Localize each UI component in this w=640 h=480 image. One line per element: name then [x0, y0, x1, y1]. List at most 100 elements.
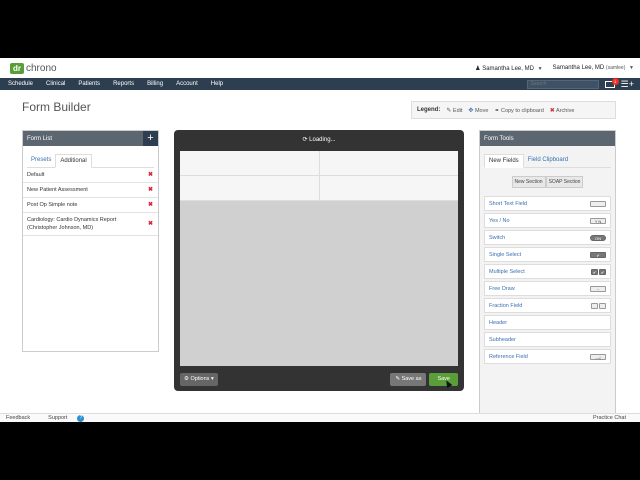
nav-reports[interactable]: Reports	[113, 81, 134, 87]
app-window: dr chrono ♟ Samantha Lee, MD ▼ Samantha …	[0, 58, 640, 422]
field-yes-no[interactable]: Yes / No Y N	[484, 213, 611, 228]
logo-badge: dr	[10, 62, 24, 74]
page-title: Form Builder	[22, 100, 91, 114]
form-list-title: Form List	[27, 135, 53, 142]
legend-label: Legend:	[417, 107, 441, 113]
account-menu[interactable]: Samantha Lee, MD (samlee) ▼	[553, 65, 634, 71]
field-switch[interactable]: Switch ON	[484, 230, 611, 245]
toggle-icon: ON	[590, 234, 606, 241]
section-buttons: New Section SOAP Section	[480, 176, 615, 188]
user-menu[interactable]: ♟ Samantha Lee, MD ▼	[475, 65, 542, 72]
search-input[interactable]	[526, 79, 599, 89]
yes-no-icon: Y N	[590, 217, 606, 224]
field-free-draw[interactable]: Free Draw ~	[484, 281, 611, 296]
reference-icon: —|	[590, 353, 606, 360]
form-tools-panel: Form Tools New Fields Field Clipboard Ne…	[479, 130, 616, 422]
tab-additional[interactable]: Additional	[55, 154, 92, 168]
user-icon: ♟	[475, 65, 481, 72]
link-icon: ⚭	[494, 107, 500, 114]
drchrono-logo[interactable]: dr chrono	[10, 62, 57, 74]
form-tools-tabs: New Fields Field Clipboard	[484, 154, 611, 168]
chevron-down-icon: ▼	[629, 65, 634, 71]
pencil-icon: ✎	[446, 107, 452, 114]
menu-add-icon[interactable]: ☰+	[621, 79, 634, 89]
form-list-panel: Form List + Presets Additional Default ✖ …	[22, 130, 159, 352]
checkbox-icon: ✔	[590, 251, 606, 258]
options-button[interactable]: ⚙ Options ▾	[180, 372, 218, 386]
save-as-button[interactable]: ✎ Save as	[390, 372, 427, 386]
field-single-select[interactable]: Single Select ✔	[484, 247, 611, 262]
text-field-icon	[590, 200, 606, 207]
form-list-items: Default ✖ New Patient Assessment ✖ Post Op…	[23, 168, 158, 236]
field-short-text[interactable]: Short Text Field	[484, 196, 611, 211]
list-item[interactable]: Cardiology: Cardio Dynamics Report (Chri…	[23, 213, 158, 236]
gear-icon: ⚙	[184, 375, 189, 382]
field-list: Short Text Field Yes / No Y N Switch ON Si…	[484, 196, 611, 364]
account-name: Samantha Lee, MD	[552, 65, 605, 71]
account-username: (samlee)	[605, 65, 626, 71]
form-cell	[320, 176, 459, 200]
form-cell	[320, 151, 459, 175]
pencil-icon: ✎	[395, 375, 401, 382]
list-item[interactable]: New Patient Assessment ✖	[23, 183, 158, 198]
tab-field-clipboard[interactable]: Field Clipboard	[524, 154, 572, 167]
tab-presets[interactable]: Presets	[27, 154, 55, 167]
nav-schedule[interactable]: Schedule	[8, 81, 33, 87]
legend-copy: ⚭ Copy to clipboard	[494, 107, 544, 114]
list-item[interactable]: Post Op Simple note ✖	[23, 198, 158, 213]
spinner-icon: ⟳	[302, 137, 308, 143]
add-form-button[interactable]: +	[143, 131, 158, 146]
close-icon[interactable]: ✖	[148, 171, 153, 179]
support-link[interactable]: Support	[48, 415, 67, 421]
footer-bar: Feedback Support ? Practice Chat	[0, 413, 640, 422]
soap-section-button[interactable]: SOAP Section	[545, 176, 584, 188]
mail-badge: 1	[611, 77, 619, 85]
new-section-button[interactable]: New Section	[511, 176, 546, 188]
nav-help[interactable]: Help	[211, 81, 223, 87]
field-header[interactable]: Header	[484, 315, 611, 330]
legend-archive: ✖ Archive	[549, 107, 575, 114]
canvas-footer: ⚙ Options ▾ ✎ Save as Save	[180, 372, 458, 386]
feedback-link[interactable]: Feedback	[6, 415, 30, 421]
close-icon[interactable]: ✖	[148, 201, 153, 209]
nav-patients[interactable]: Patients	[78, 81, 100, 87]
form-list-header: Form List +	[23, 131, 158, 146]
top-bar: dr chrono ♟ Samantha Lee, MD ▼ Samantha …	[0, 58, 640, 78]
fraction-icon	[599, 302, 606, 309]
list-item[interactable]: Default ✖	[23, 168, 158, 183]
checkbox-icon: ✔	[591, 268, 598, 275]
mail-icon[interactable]: 1	[604, 77, 619, 88]
nav-billing[interactable]: Billing	[147, 81, 163, 87]
close-icon[interactable]: ✖	[148, 186, 153, 194]
field-multiple-select[interactable]: Multiple Select ✔ ✔	[484, 264, 611, 279]
move-icon: ✥	[468, 107, 474, 114]
chevron-down-icon: ▼	[537, 65, 543, 72]
form-canvas: ⟳ Loading... ⚙ Options ▾ ✎ Save as Save	[174, 130, 464, 391]
legend-bar: Legend: ✎ Edit ✥ Move ⚭ Copy to clipboar…	[411, 101, 616, 119]
fraction-icon	[591, 302, 598, 309]
form-row	[180, 176, 458, 201]
field-subheader[interactable]: Subheader	[484, 332, 611, 347]
form-tools-header: Form Tools	[480, 131, 615, 146]
form-preview[interactable]	[180, 151, 458, 366]
form-row	[180, 151, 458, 176]
field-reference[interactable]: Reference Field —|	[484, 349, 611, 364]
nav-clinical[interactable]: Clinical	[46, 81, 65, 87]
loading-indicator: ⟳ Loading...	[302, 137, 336, 143]
legend-edit: ✎ Edit	[446, 107, 463, 114]
legend-move: ✥ Move	[468, 107, 489, 114]
field-fraction[interactable]: Fraction Field	[484, 298, 611, 313]
logo-text: chrono	[26, 62, 57, 74]
form-tools-title: Form Tools	[484, 135, 514, 142]
chevron-down-icon: ▾	[210, 375, 214, 382]
main-nav: Schedule Clinical Patients Reports Billi…	[0, 77, 640, 90]
close-icon[interactable]: ✖	[148, 220, 153, 228]
nav-account[interactable]: Account	[176, 81, 198, 87]
form-cell	[180, 176, 320, 200]
form-cell	[180, 151, 320, 175]
practice-chat-link[interactable]: Practice Chat	[593, 415, 640, 421]
close-icon: ✖	[549, 107, 555, 114]
drawing-icon: ~	[590, 285, 606, 292]
tab-new-fields[interactable]: New Fields	[484, 154, 524, 168]
help-icon[interactable]: ?	[77, 414, 85, 422]
